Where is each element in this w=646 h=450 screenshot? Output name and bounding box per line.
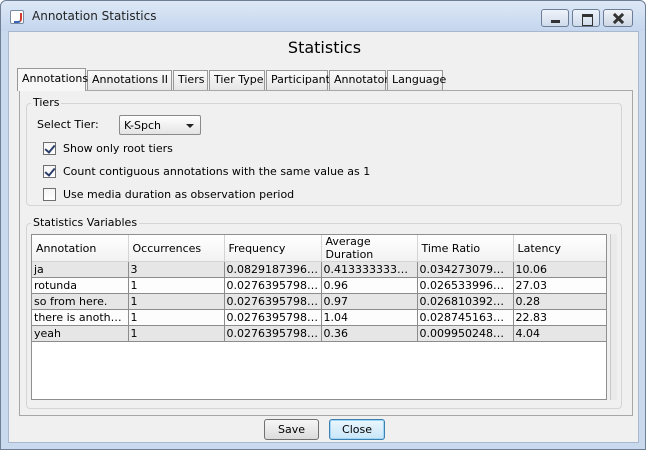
table-row[interactable]: ja 3 0.08291873963... 0.41333333333... 0…	[32, 261, 606, 278]
statistics-table: Annotation Occurrences Frequency Average…	[31, 234, 607, 400]
checkbox-label: Use media duration as observation period	[63, 188, 295, 201]
table-cell[interactable]: 0.02874516307...	[417, 309, 514, 326]
title-bar[interactable]: Annotation Statistics	[1, 1, 645, 31]
table-cell[interactable]: 10.06	[513, 261, 606, 278]
checkbox-label: Show only root tiers	[63, 142, 173, 155]
table-cell[interactable]: 0.03427307904...	[417, 261, 514, 278]
maximize-button[interactable]	[572, 9, 600, 27]
checkbox-checked-icon[interactable]	[43, 142, 56, 155]
tab-tier-type[interactable]: Tier Type	[209, 70, 265, 90]
window-title: Annotation Statistics	[32, 9, 157, 23]
table-cell[interactable]: 0.02763957987...	[224, 325, 322, 342]
save-button[interactable]: Save	[264, 419, 319, 440]
java-app-icon	[10, 10, 24, 24]
column-header-annotation[interactable]: Annotation	[32, 235, 129, 262]
tier-select-value: K-Spch	[124, 119, 162, 132]
table-row[interactable]: there is another ... 1 0.02763957987... …	[32, 309, 606, 326]
table-cell[interactable]: 0.36	[321, 325, 418, 342]
table-cell[interactable]: there is another ...	[32, 309, 129, 326]
table-cell[interactable]: ja	[32, 261, 129, 278]
table-cell[interactable]: 0.96	[321, 277, 418, 294]
table-cell[interactable]: 1	[128, 325, 225, 342]
table-row[interactable]: rotunda 1 0.02763957987... 0.96 0.026533…	[32, 277, 606, 294]
table-row[interactable]: yeah 1 0.02763957987... 0.36 0.009950248…	[32, 325, 606, 342]
statistics-variables-group: Statistics Variables Annotation Occurren…	[26, 216, 622, 409]
statistics-group-title: Statistics Variables	[31, 216, 140, 229]
page-title: Statistics	[287, 38, 362, 57]
table-cell[interactable]: 0.00995024875...	[417, 325, 514, 342]
table-cell[interactable]: 0.97	[321, 293, 418, 310]
table-cell[interactable]: 1	[128, 309, 225, 326]
table-cell[interactable]: 0.02763957987...	[224, 309, 322, 326]
table-cell[interactable]: yeah	[32, 325, 129, 342]
dialog-content: Statistics Annotations Annotations II Ti…	[8, 31, 639, 443]
column-header-occurrences[interactable]: Occurrences	[128, 235, 225, 262]
tab-annotations-ii[interactable]: Annotations II	[87, 70, 172, 90]
table-cell[interactable]: 0.02763957987...	[224, 293, 322, 310]
checkbox-checked-icon[interactable]	[43, 165, 56, 178]
table-scrollbar[interactable]	[610, 234, 617, 400]
table-header-row: Annotation Occurrences Frequency Average…	[32, 235, 606, 262]
table-cell[interactable]: 1	[128, 277, 225, 294]
column-header-frequency[interactable]: Frequency	[224, 235, 322, 262]
tab-language[interactable]: Language	[387, 70, 446, 90]
table-cell[interactable]: 4.04	[513, 325, 606, 342]
annotations-tab-panel: Tiers Select Tier: K-Spch Show only root…	[19, 90, 633, 416]
tab-annotator[interactable]: Annotator	[329, 70, 389, 90]
tab-annotations[interactable]: Annotations	[17, 68, 88, 91]
close-window-button[interactable]	[603, 9, 633, 27]
table-cell[interactable]: 0.02763957987...	[224, 277, 322, 294]
column-header-time-ratio[interactable]: Time Ratio	[417, 235, 514, 262]
close-button[interactable]: Close	[329, 419, 385, 440]
checkbox-unchecked-icon[interactable]	[43, 188, 56, 201]
select-tier-label: Select Tier:	[37, 118, 99, 131]
annotation-statistics-window: Annotation Statistics Statistics Annotat…	[0, 0, 646, 450]
table-cell[interactable]: 1	[128, 293, 225, 310]
table-cell[interactable]: 0.08291873963...	[224, 261, 322, 278]
tiers-group-title: Tiers	[31, 96, 62, 109]
table-cell[interactable]: 22.83	[513, 309, 606, 326]
tab-tiers[interactable]: Tiers	[173, 70, 208, 90]
tab-participant[interactable]: Participant	[266, 70, 330, 90]
table-cell[interactable]: 0.41333333333...	[321, 261, 418, 278]
table-cell[interactable]: 0.02681039248...	[417, 293, 514, 310]
tier-select[interactable]: K-Spch	[119, 115, 201, 135]
table-cell[interactable]: rotunda	[32, 277, 129, 294]
column-header-average-duration[interactable]: Average Duration	[321, 235, 418, 262]
checkbox-label: Count contiguous annotations with the sa…	[63, 165, 371, 178]
table-cell[interactable]: 27.03	[513, 277, 606, 294]
table-cell[interactable]: so from here.	[32, 293, 129, 310]
chevron-down-icon	[186, 124, 194, 128]
table-cell[interactable]: 3	[128, 261, 225, 278]
table-cell[interactable]: 1.04	[321, 309, 418, 326]
column-header-latency[interactable]: Latency	[513, 235, 606, 262]
table-cell[interactable]: 0.02653399668...	[417, 277, 514, 294]
minimize-button[interactable]	[541, 9, 569, 27]
table-cell[interactable]: 0.28	[513, 293, 606, 310]
tiers-group: Tiers Select Tier: K-Spch Show only root…	[26, 96, 622, 206]
table-row[interactable]: so from here. 1 0.02763957987... 0.97 0.…	[32, 293, 606, 310]
